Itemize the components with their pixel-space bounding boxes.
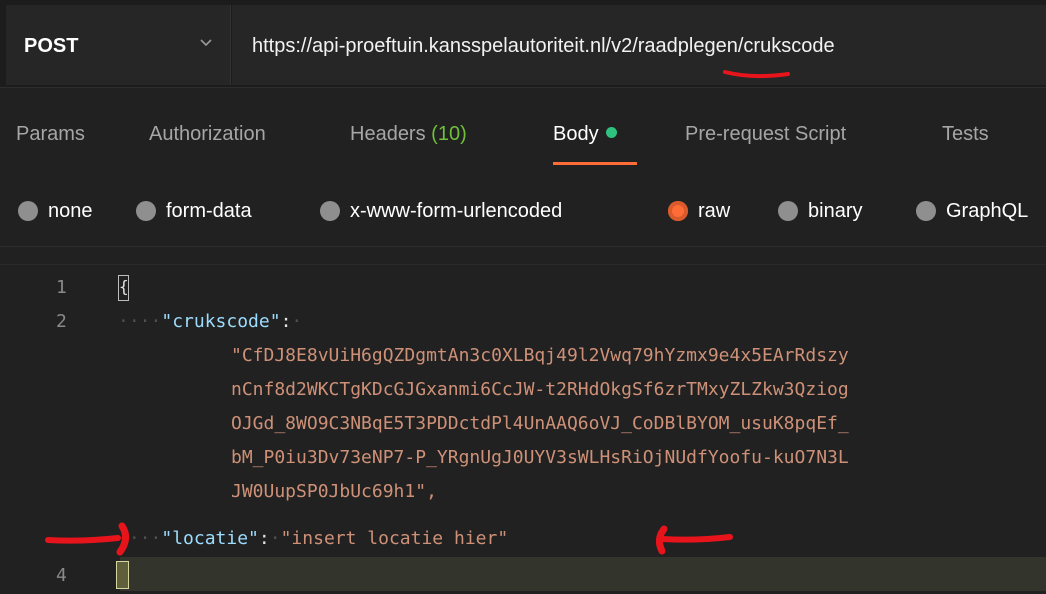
radio-label: binary — [808, 199, 863, 222]
radio-graphql[interactable]: GraphQL — [916, 197, 1028, 225]
radio-form-data[interactable]: form-data — [136, 197, 252, 225]
tab-label: Authorization — [149, 123, 266, 145]
method-select[interactable]: POST — [6, 5, 231, 85]
radio-selected-icon — [668, 201, 688, 221]
code-line-crukscode-value: nCnf8d2WKCTgKDcGJGxanmi6CcJW-t2RHdOkgSf6… — [231, 379, 849, 400]
active-line-highlight — [120, 557, 1046, 591]
url-text: https://api-proeftuin.kansspelautoriteit… — [252, 35, 835, 57]
annotation-underline — [723, 70, 790, 79]
code-line-crukscode-key: ····"crukscode":· — [118, 311, 303, 332]
code-line-open-brace: { — [118, 275, 129, 301]
radio-none[interactable]: none — [18, 197, 93, 225]
json-key-locatie: "locatie" — [161, 528, 259, 549]
open-brace: { — [118, 275, 129, 301]
code-line-crukscode-value: "CfDJ8E8vUiH6gQZDgmtAn3c0XLBqj49l2Vwq79h… — [231, 345, 849, 366]
line-number: 1 — [56, 277, 67, 298]
url-input[interactable]: https://api-proeftuin.kansspelautoriteit… — [232, 5, 1046, 85]
tab-label: Headers — [350, 123, 426, 145]
radio-label: form-data — [166, 199, 252, 222]
line-number: 2 — [56, 311, 67, 332]
tab-label: Params — [16, 123, 85, 145]
radio-x-www-form-urlencoded[interactable]: x-www-form-urlencoded — [320, 197, 562, 225]
code-line-crukscode-value: OJGd_8WO9C3NBqE5T3PDDctdPl4UnAAQ6oVJ_CoD… — [231, 413, 849, 434]
headers-count-badge: (10) — [431, 123, 467, 145]
request-bar: POST https://api-proeftuin.kansspelautor… — [0, 0, 1046, 88]
annotation-arrow-left — [45, 522, 129, 556]
radio-icon — [18, 201, 38, 221]
line-number: 4 — [56, 565, 67, 586]
radio-binary[interactable]: binary — [778, 197, 862, 225]
radio-label: x-www-form-urlencoded — [350, 199, 563, 222]
code-line-crukscode-value: bM_P0iu3Dv73eNP7-P_YRgnUgJ0UYV3sWLHsRiOj… — [231, 447, 849, 468]
json-value-locatie: "insert locatie hier" — [280, 528, 509, 549]
tab-pre-request-script[interactable]: Pre-request Script — [685, 123, 846, 146]
radio-label: none — [48, 199, 93, 222]
radio-raw[interactable]: raw — [668, 197, 730, 225]
tab-label: Tests — [942, 123, 989, 145]
radio-icon — [778, 201, 798, 221]
method-label: POST — [24, 35, 79, 57]
code-line-locatie: ····"locatie":·"insert locatie hier" — [118, 528, 509, 549]
radio-label: GraphQL — [946, 199, 1029, 222]
json-key-crukscode: "crukscode" — [161, 311, 281, 332]
tab-params[interactable]: Params — [16, 123, 85, 146]
radio-icon — [136, 201, 156, 221]
body-type-selector: none form-data x-www-form-urlencoded raw… — [0, 180, 1046, 247]
annotation-arrow-right — [655, 525, 733, 555]
request-tabs: Params Authorization Headers (10) Body P… — [0, 88, 1046, 178]
tab-label: Pre-request Script — [685, 123, 847, 145]
radio-icon — [320, 201, 340, 221]
tab-tests[interactable]: Tests — [942, 123, 989, 146]
close-brace — [116, 561, 129, 589]
chevron-down-icon — [200, 39, 212, 47]
tab-label: Body — [553, 123, 599, 145]
radio-icon — [916, 201, 936, 221]
code-line-crukscode-value: JW0UupSP0JbUc69h1", — [231, 481, 437, 502]
tab-authorization[interactable]: Authorization — [149, 123, 266, 146]
status-dot-icon — [605, 127, 617, 138]
code-editor[interactable]: 1 2 4 { ····"crukscode":· "CfDJ8E8vUiH6g… — [0, 264, 1046, 594]
tab-body[interactable]: Body — [553, 123, 617, 146]
tab-headers[interactable]: Headers (10) — [350, 123, 467, 146]
active-tab-indicator — [553, 162, 637, 165]
radio-label: raw — [698, 199, 731, 222]
